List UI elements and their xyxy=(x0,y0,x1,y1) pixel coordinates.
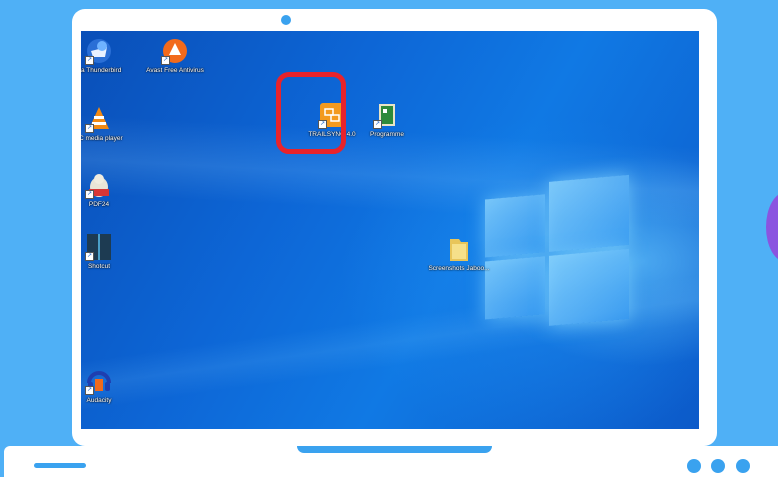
desktop-icon-vlc[interactable]: ↗ LC media player xyxy=(81,105,131,143)
thunderbird-icon: ↗ xyxy=(85,37,113,65)
decorative-dot xyxy=(687,459,701,473)
desktop-icon-label: Audacity xyxy=(86,397,112,404)
desktop-icon-label: PDF24 xyxy=(88,201,110,208)
desktop-icon-thunderbird[interactable]: ↗ illa Thunderbird xyxy=(81,37,131,75)
pdf24-icon: ↗ xyxy=(85,171,113,199)
decorative-dot xyxy=(736,459,750,473)
highlight-box xyxy=(276,72,346,154)
desktop-icon-shotcut[interactable]: ↗ Shotcut xyxy=(81,233,131,271)
desktop-icon-label: Screenshots Jaboo... xyxy=(428,265,490,272)
programme-icon: ↗ xyxy=(373,101,401,129)
laptop-notch xyxy=(297,446,492,453)
decorative-blob xyxy=(766,192,778,262)
desktop-icon-programme[interactable]: ↗ Programme xyxy=(355,101,419,139)
desktop-icon-label: LC media player xyxy=(81,135,123,142)
desktop-icon-label: Shotcut xyxy=(87,263,111,270)
desktop-icon-label: Programme xyxy=(370,131,404,138)
desktop-icon-avast[interactable]: ↗ Avast Free Antivirus xyxy=(143,37,207,75)
desktop-icon-label: Avast Free Antivirus xyxy=(146,67,204,74)
laptop-frame: ↗ illa Thunderbird ↗ Avast Free Antiviru… xyxy=(72,9,717,446)
windows-logo xyxy=(485,174,633,340)
camera-dot xyxy=(281,15,291,25)
desktop-screen: ↗ illa Thunderbird ↗ Avast Free Antiviru… xyxy=(81,31,699,429)
desktop-icon-audacity[interactable]: ↗ Audacity xyxy=(81,367,131,405)
avast-icon: ↗ xyxy=(161,37,189,65)
vlc-icon: ↗ xyxy=(85,105,113,133)
shotcut-icon: ↗ xyxy=(85,233,113,261)
desktop-icon-label: illa Thunderbird xyxy=(81,67,122,74)
desktop-icon-screenshots-folder[interactable]: Screenshots Jaboo... xyxy=(427,235,491,273)
decorative-line xyxy=(34,463,86,468)
decorative-dot xyxy=(711,459,725,473)
audacity-icon: ↗ xyxy=(85,367,113,395)
desktop-icon-pdf24[interactable]: ↗ PDF24 xyxy=(81,171,131,209)
folder-icon xyxy=(445,235,473,263)
